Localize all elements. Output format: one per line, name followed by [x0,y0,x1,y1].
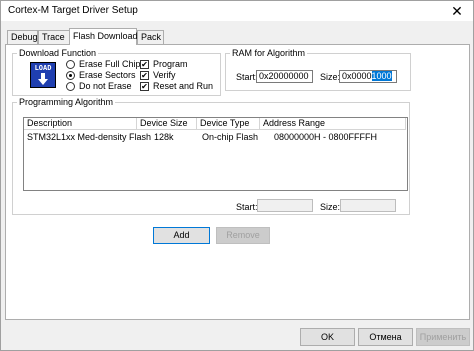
column-header-address-range[interactable]: Address Range [260,118,406,130]
download-arrow-icon [38,73,48,85]
column-header-device-type[interactable]: Device Type [197,118,260,130]
table-row-type[interactable]: On-chip Flash [202,132,258,143]
table-row-range[interactable]: 08000000H - 0800FFFFH [274,132,377,143]
erase-sectors-label: Erase Sectors [79,70,136,80]
ram-for-algorithm-legend: RAM for Algorithm [232,48,306,58]
tab-debug[interactable]: Debug [7,30,38,44]
verify-label: Verify [153,70,176,80]
erase-sectors-radio[interactable] [66,71,75,80]
program-checkbox[interactable]: ✔ [140,60,149,69]
do-not-erase-label: Do not Erase [79,81,132,91]
ram-start-input[interactable]: 0x20000000 [256,70,313,83]
ram-size-label: Size: [320,72,341,82]
ok-button[interactable]: OK [300,328,355,346]
tab-trace[interactable]: Trace [38,30,71,44]
close-icon[interactable]: ✕ [447,2,467,20]
download-function-legend: Download Function [19,48,97,58]
remove-button[interactable]: Remove [216,227,270,244]
column-header-description[interactable]: Description [24,118,137,130]
table-row-description[interactable]: STM32L1xx Med-density Flash [27,132,151,143]
programming-algorithm-legend: Programming Algorithm [19,97,114,107]
load-icon: LOAD [30,62,56,88]
ram-size-prefix: 0x0000 [342,71,372,81]
algorithm-size-label: Size: [320,202,341,212]
ram-start-label: Start: [236,72,258,82]
apply-button[interactable]: Применить [416,328,470,346]
window-title: Cortex-M Target Driver Setup [8,5,138,16]
algorithm-start-label: Start: [236,202,258,212]
reset-and-run-checkbox[interactable]: ✔ [140,82,149,91]
ram-size-input[interactable]: 0x00001000 [339,70,397,83]
algorithm-start-input[interactable] [257,199,313,212]
add-button[interactable]: Add [153,227,210,244]
title-bar: Cortex-M Target Driver Setup ✕ [1,1,473,21]
dialog-window: Cortex-M Target Driver Setup ✕ Debug Tra… [0,0,474,351]
column-header-device-size[interactable]: Device Size [137,118,197,130]
reset-and-run-label: Reset and Run [153,81,214,91]
erase-full-chip-radio[interactable] [66,60,75,69]
algorithm-table: Description Device Size Device Type Addr… [23,117,408,191]
tab-pack[interactable]: Pack [137,30,164,44]
erase-full-chip-label: Erase Full Chip [79,59,141,69]
flash-download-panel: Download Function LOAD Erase Full Chip E… [5,44,470,320]
tab-flash-download[interactable]: Flash Download [69,28,138,45]
program-label: Program [153,59,188,69]
ram-size-selected-text: 1000 [371,71,392,81]
cancel-button[interactable]: Отмена [358,328,413,346]
verify-checkbox[interactable]: ✔ [140,71,149,80]
do-not-erase-radio[interactable] [66,82,75,91]
table-row-size[interactable]: 128k [154,132,174,143]
algorithm-size-input[interactable] [340,199,396,212]
